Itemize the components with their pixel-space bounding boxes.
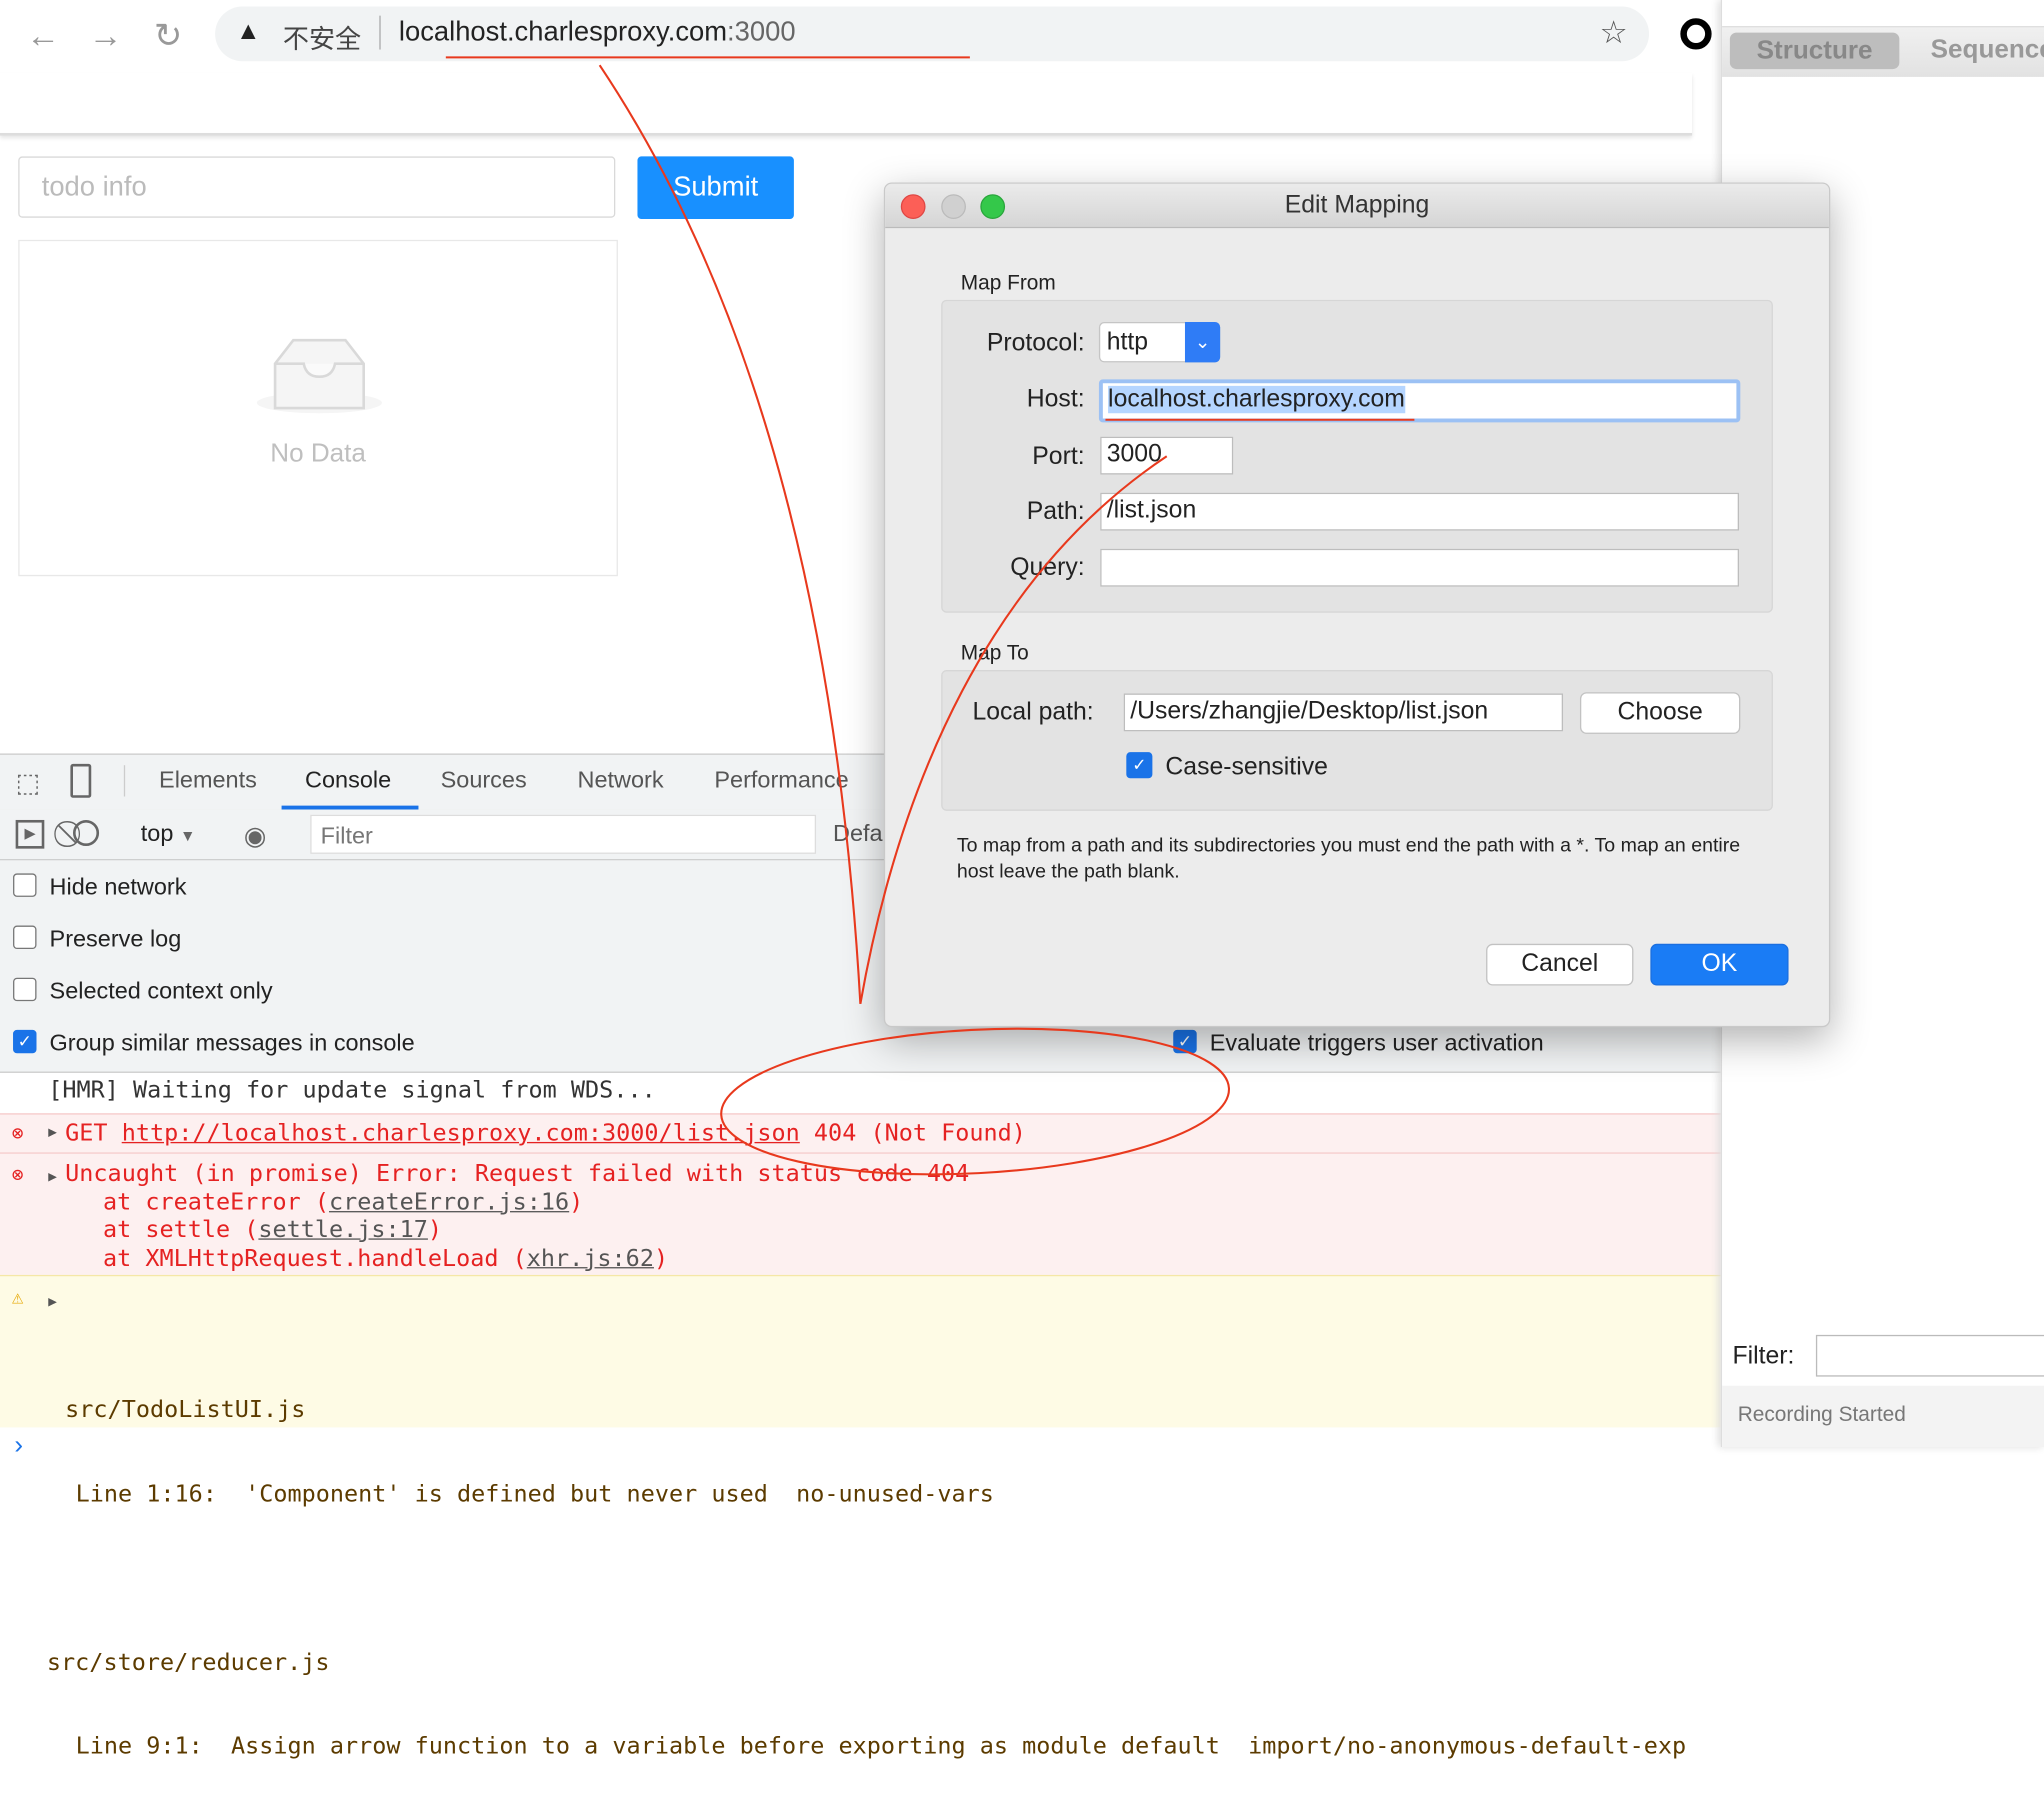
tab-sequence[interactable]: Sequence [1931, 35, 2044, 65]
protocol-label: Protocol: [986, 329, 1085, 358]
console-error-uncaught: ⊗ ▶ Uncaught (in promise) Error: Request… [0, 1152, 1721, 1275]
tab-console[interactable]: Console [305, 767, 391, 794]
dialog-title: Edit Mapping [885, 183, 1829, 229]
ok-button[interactable]: OK [1650, 943, 1789, 986]
host-label: Host: [1026, 385, 1085, 414]
device-toolbar-icon[interactable] [70, 763, 92, 798]
log-levels-select[interactable]: Defa [833, 820, 883, 847]
map-to-group [941, 670, 1773, 811]
todo-input[interactable]: todo info [18, 156, 616, 218]
minimize-window-button[interactable] [941, 194, 966, 220]
path-input[interactable]: /list.json [1100, 492, 1740, 531]
console-log-hmr: [HMR] Waiting for update signal from WDS… [48, 1076, 656, 1105]
address-bar[interactable]: ▲ 不安全 localhost.charlesproxy.com:3000 ☆ [215, 6, 1650, 62]
protocol-select[interactable]: http ⌄ [1098, 321, 1221, 363]
choose-button[interactable]: Choose [1579, 692, 1741, 734]
chevron-down-icon: ⌄ [1184, 321, 1221, 363]
status-text: Recording Started [1737, 1403, 1906, 1427]
tab-performance[interactable]: Performance [714, 767, 848, 794]
query-input[interactable] [1100, 548, 1740, 587]
close-window-button[interactable] [900, 194, 926, 220]
extension-icon[interactable] [1680, 18, 1712, 50]
browser-toolbar: ← → ↻ ▲ 不安全 localhost.charlesproxy.com:3… [0, 0, 1719, 74]
url-text: localhost.charlesproxy.com:3000 [398, 16, 796, 47]
port-label: Port: [1032, 443, 1085, 471]
console-filter-input[interactable]: Filter [310, 814, 817, 854]
tab-sources[interactable]: Sources [441, 767, 527, 794]
divider [379, 15, 381, 50]
local-path-label: Local path: [972, 698, 1094, 727]
console-prompt[interactable]: › [14, 1431, 23, 1461]
warning-icon: ▲ [235, 18, 261, 46]
tab-structure[interactable]: Structure [1729, 32, 1900, 70]
reload-icon[interactable]: ↻ [154, 16, 182, 56]
cancel-button[interactable]: Cancel [1486, 943, 1634, 986]
charles-filter-input[interactable] [1815, 1334, 2044, 1377]
warning-icon: ⚠ [11, 1285, 24, 1309]
stack-link[interactable]: createError.js:16 [329, 1188, 569, 1215]
empty-text: No Data [270, 439, 366, 468]
back-icon[interactable]: ← [26, 16, 60, 56]
group-similar-checkbox[interactable]: ✓ Group similar messages in console [13, 1030, 415, 1057]
inspect-element-icon[interactable]: ⬚ [16, 767, 41, 800]
zoom-window-button[interactable] [980, 194, 1006, 220]
live-expression-eye-icon[interactable]: ◉ [244, 820, 267, 853]
port-input[interactable]: 3000 [1100, 436, 1234, 475]
hide-network-checkbox[interactable]: Hide network [13, 873, 186, 900]
empty-inbox-icon [256, 338, 382, 414]
stack-link[interactable]: settle.js:17 [258, 1216, 428, 1243]
map-from-label: Map From [960, 272, 1056, 295]
expand-triangle-icon[interactable]: ▶ [48, 1163, 57, 1191]
filter-label: Filter: [1732, 1342, 1795, 1371]
hint-text: To map from a path and its subdirectorie… [956, 834, 1741, 883]
case-sensitive-checkbox[interactable]: ✓ Case-sensitive [1126, 752, 1328, 782]
security-label: 不安全 [282, 26, 362, 55]
submit-button[interactable]: Submit [637, 156, 794, 220]
bookmark-star-icon[interactable]: ☆ [1600, 14, 1628, 52]
expand-triangle-icon[interactable]: ▶ [48, 1124, 57, 1141]
console-error-get[interactable]: ⊗ ▶ GET http://localhost.charlesproxy.co… [0, 1113, 1721, 1153]
request-url-link[interactable]: http://localhost.charlesproxy.com:3000/l… [122, 1120, 800, 1147]
todo-list: No Data [18, 239, 618, 577]
stack-link[interactable]: xhr.js:62 [527, 1244, 654, 1271]
edit-mapping-dialog: Edit Mapping Map From Protocol: http ⌄ H… [883, 182, 1831, 1028]
context-select[interactable]: top ▼ [141, 820, 196, 847]
console-warning: ⚠ ▶ src/TodoListUI.js Line 1:16: 'Compon… [0, 1274, 1721, 1760]
error-icon: ⊗ [11, 1121, 24, 1145]
selected-context-checkbox[interactable]: Selected context only [13, 978, 273, 1005]
local-path-input[interactable]: /Users/zhangjie/Desktop/list.json [1123, 693, 1564, 732]
evaluate-triggers-checkbox[interactable]: ✓ Evaluate triggers user activation [1173, 1030, 1544, 1057]
host-input[interactable]: localhost.charlesproxy.com [1098, 379, 1741, 423]
preserve-log-checkbox[interactable]: Preserve log [13, 926, 181, 953]
path-label: Path: [1026, 497, 1085, 526]
tab-elements[interactable]: Elements [159, 767, 257, 794]
page-header [0, 73, 1693, 136]
query-label: Query: [1010, 554, 1085, 582]
map-to-label: Map To [960, 642, 1029, 665]
sidebar-toggle-icon[interactable]: ▶ [15, 819, 45, 849]
error-icon: ⊗ [11, 1162, 24, 1187]
expand-triangle-icon[interactable]: ▶ [48, 1288, 57, 1316]
forward-icon[interactable]: → [89, 16, 123, 56]
tab-network[interactable]: Network [577, 767, 663, 794]
